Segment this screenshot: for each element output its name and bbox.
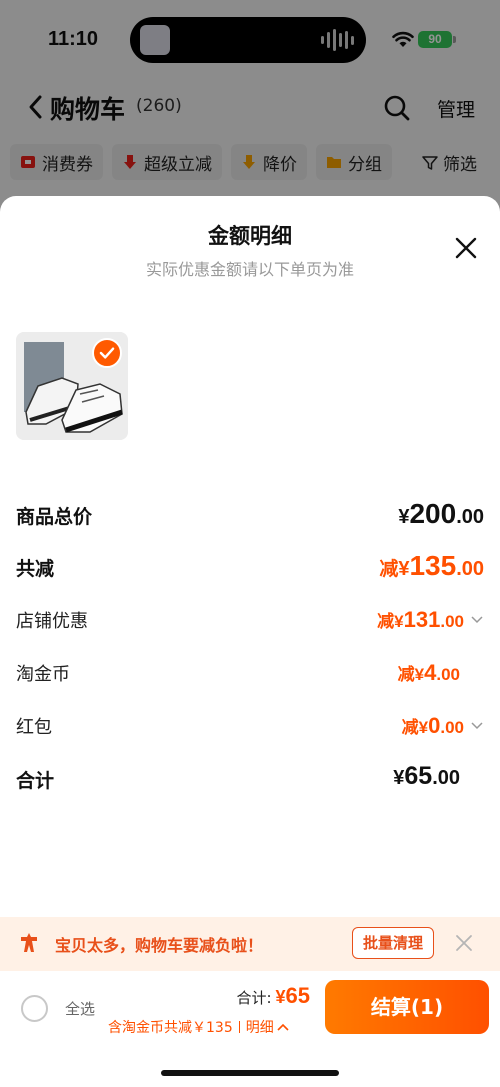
select-all-checkbox[interactable] — [21, 995, 48, 1022]
chevron-down-icon — [471, 722, 483, 730]
coins-label: 淘金币 — [16, 664, 70, 685]
chevron-down-icon — [471, 616, 483, 624]
selected-check-icon[interactable] — [92, 338, 122, 368]
currency-symbol: ¥ — [398, 558, 410, 580]
divider — [238, 1021, 240, 1033]
checkout-bar: 全选 合计: ¥65 含淘金币共减￥135 明细 结算(1) — [0, 971, 500, 1087]
total-value: 65 — [285, 983, 310, 1008]
red-packet-value: 减 ¥0.00 — [402, 713, 484, 739]
amount-decimal: .00 — [440, 718, 464, 737]
goods-total-value: ¥200.00 — [398, 498, 484, 530]
batch-clean-button[interactable]: 批量清理 — [352, 927, 434, 959]
amount-integer: 135 — [409, 550, 457, 581]
row-store-discount[interactable]: 店铺优惠 减 ¥131.00 — [16, 603, 484, 639]
currency-symbol: ¥ — [418, 718, 429, 737]
goods-total-label: 商品总价 — [16, 506, 93, 528]
total-line: 合计: ¥65 — [236, 983, 310, 1009]
detail-link[interactable]: 明细 — [246, 1017, 274, 1037]
row-sum: 合计 ¥65.00 — [16, 762, 484, 798]
amount-integer: 0 — [428, 713, 441, 738]
tip-icon — [21, 933, 37, 952]
discount-summary: 含淘金币共减￥135 — [108, 1020, 233, 1036]
checkout-button[interactable]: 结算(1) — [325, 980, 489, 1034]
red-packet-label: 红包 — [16, 717, 52, 738]
minus-prefix: 减 — [379, 558, 399, 580]
row-goods-total: 商品总价 ¥200.00 — [16, 498, 484, 534]
coins-value: 减 ¥4.00 — [398, 660, 460, 686]
close-icon[interactable] — [454, 236, 478, 260]
minus-prefix: 减 — [377, 612, 395, 632]
amount-decimal: .00 — [440, 612, 464, 631]
sum-label: 合计 — [16, 770, 55, 792]
total-discount-label: 共减 — [16, 558, 55, 580]
store-discount-label: 店铺优惠 — [16, 611, 88, 632]
total-amount: ¥65 — [276, 983, 311, 1009]
amount-decimal: .00 — [432, 767, 460, 789]
amount-integer: 4 — [424, 660, 437, 685]
row-total-discount: 共减 减 ¥135.00 — [16, 550, 484, 586]
select-all-label[interactable]: 全选 — [65, 998, 95, 1019]
amount-integer: 65 — [404, 762, 433, 790]
currency-symbol: ¥ — [414, 665, 425, 684]
row-red-packet[interactable]: 红包 减 ¥0.00 — [16, 709, 484, 745]
minus-prefix: 减 — [401, 718, 419, 738]
sheet-subtitle: 实际优惠金额请以下单页为准 — [145, 260, 354, 279]
store-discount-value: 减 ¥131.00 — [377, 607, 484, 633]
chevron-up-icon — [277, 1023, 289, 1031]
amount-decimal: .00 — [456, 558, 484, 580]
currency-symbol: ¥ — [275, 987, 286, 1007]
row-coins: 淘金币 减 ¥4.00 — [16, 656, 484, 692]
sheet-title: 金额明细 — [208, 224, 292, 248]
amount-decimal: .00 — [456, 506, 484, 528]
amount-integer: 200 — [409, 498, 457, 529]
currency-symbol: ¥ — [394, 612, 404, 631]
amount-integer: 131 — [403, 607, 441, 632]
total-label: 合计: — [236, 989, 272, 1007]
amount-decimal: .00 — [436, 665, 460, 684]
minus-prefix: 减 — [397, 665, 415, 685]
total-discount-value: 减 ¥135.00 — [379, 550, 484, 582]
cart-cleanup-banner: 宝贝太多，购物车要减负啦！ 批量清理 — [0, 917, 500, 971]
currency-symbol: ¥ — [393, 767, 405, 789]
banner-message: 宝贝太多，购物车要减负啦！ — [55, 936, 264, 955]
sum-value: ¥65.00 — [393, 762, 460, 791]
currency-symbol: ¥ — [398, 506, 410, 528]
discount-detail-line[interactable]: 含淘金币共减￥135 明细 — [108, 1017, 289, 1037]
home-indicator — [161, 1070, 339, 1076]
close-icon[interactable] — [455, 934, 473, 952]
